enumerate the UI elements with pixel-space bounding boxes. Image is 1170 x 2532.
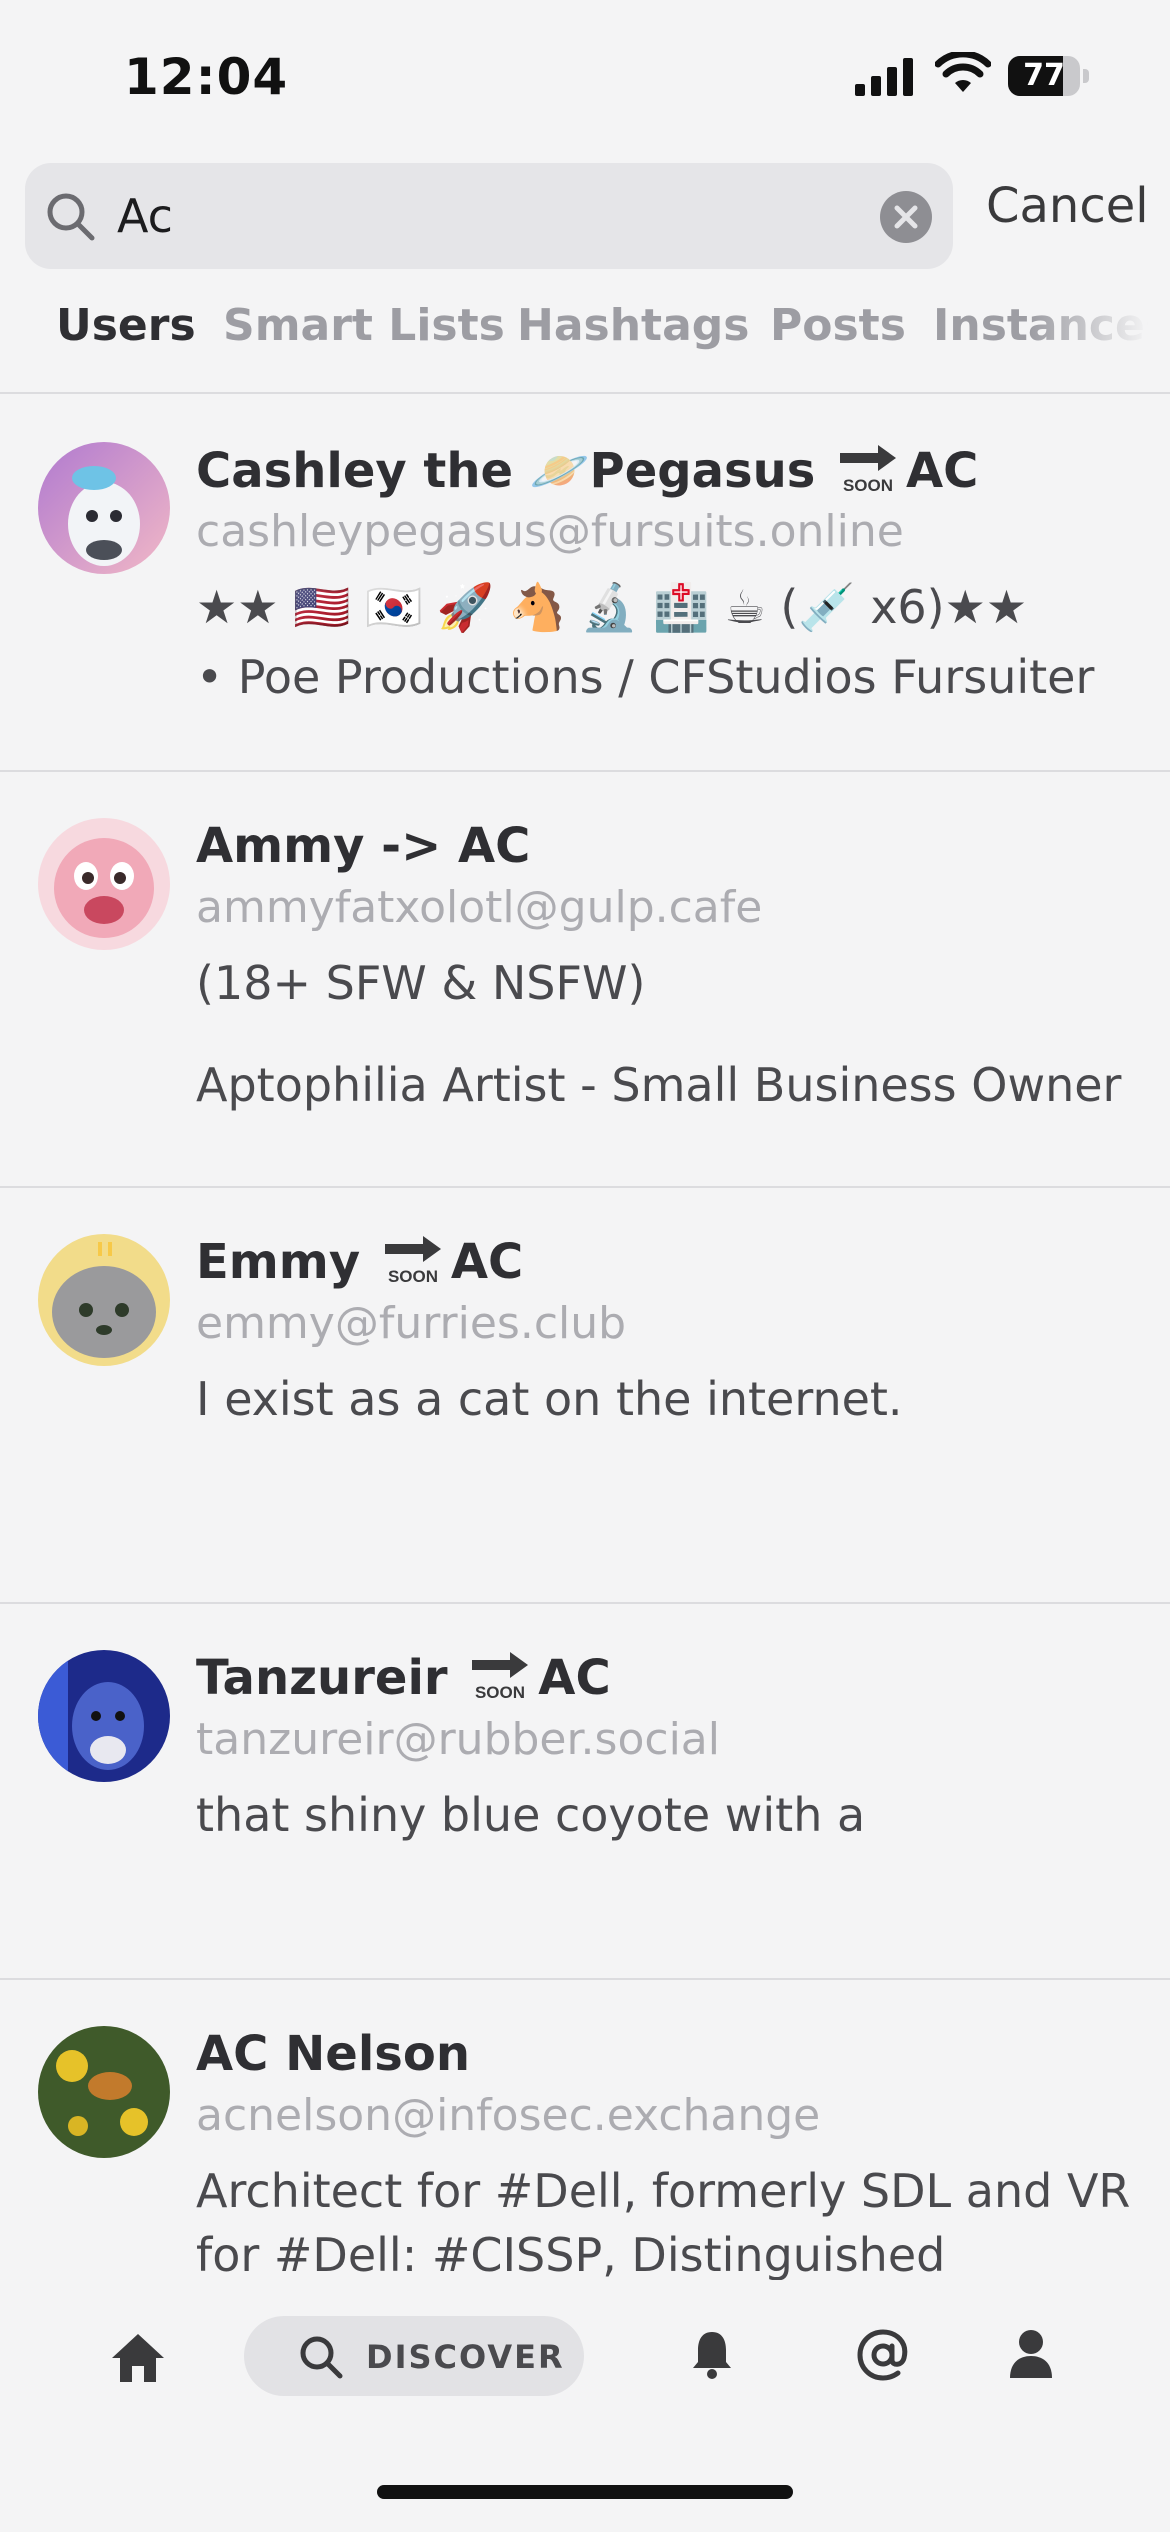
battery-indicator: 77: [1008, 56, 1089, 96]
user-handle: acnelson@infosec.exchange: [196, 2090, 821, 2141]
search-icon: [47, 193, 95, 241]
user-bio: ★★ 🇺🇸 🇰🇷 🚀 🐴 🔬 🏥 ☕ (💉 x6)★★ • Poe Produc…: [196, 580, 1094, 714]
home-indicator: [377, 2485, 793, 2499]
tab-fade: [1030, 300, 1170, 380]
tab-hashtags[interactable]: Hashtags: [517, 300, 749, 351]
wifi-icon: [935, 52, 991, 92]
bio-line: • Poe Productions / CFStudios Fursuiter: [196, 650, 1095, 704]
user-handle: ammyfatxolotl@gulp.cafe: [196, 882, 763, 933]
bio-line: for #Dell: #CISSP, Distinguished: [196, 2228, 946, 2280]
clear-icon: [894, 205, 918, 229]
profile-icon[interactable]: [1008, 2328, 1054, 2380]
user-result-row[interactable]: Tanzureir SOON AC tanzureir@rubber.social…: [0, 1604, 1170, 1980]
soon-arrow-icon: SOON: [840, 445, 897, 493]
user-handle: cashleypegasus@fursuits.online: [196, 506, 904, 557]
search-input[interactable]: [117, 163, 877, 269]
user-handle: tanzureir@rubber.social: [196, 1714, 720, 1765]
bio-line: Aptophilia Artist - Small Business Owner: [196, 1058, 1122, 1112]
home-icon[interactable]: [110, 2332, 166, 2384]
bio-line: (18+ SFW & NSFW): [196, 956, 646, 1010]
tab-smart-lists[interactable]: Smart Lists: [223, 300, 505, 351]
display-name: AC Nelson: [196, 2026, 470, 2082]
display-name: Cashley the 🪐Pegasus SOON AC: [196, 443, 979, 499]
bio-line: that shiny blue coyote with a: [196, 1788, 866, 1842]
user-result-row[interactable]: Emmy SOON AC emmy@furries.club I exist as…: [0, 1188, 1170, 1604]
avatar[interactable]: [38, 1234, 170, 1366]
user-result-row[interactable]: AC Nelson acnelson@infosec.exchange Arch…: [0, 1980, 1170, 2280]
user-bio: (18+ SFW & NSFW) Aptophilia Artist - Sma…: [196, 956, 1121, 1122]
bio-line: ★★ 🇺🇸 🇰🇷 🚀 🐴 🔬 🏥 ☕ (💉 x6)★★: [196, 580, 1028, 634]
discover-tab[interactable]: DISCOVER: [244, 2316, 584, 2396]
status-bar: 12:04 77: [0, 0, 1170, 150]
status-time: 12:04: [124, 48, 289, 106]
svg-text:SOON: SOON: [843, 476, 893, 493]
avatar[interactable]: [38, 818, 170, 950]
user-bio: Architect for #Dell, formerly SDL and VR…: [196, 2164, 1130, 2280]
display-name: Tanzureir SOON AC: [196, 1650, 611, 1706]
signal-icon: [855, 58, 913, 96]
bell-icon[interactable]: [690, 2328, 734, 2380]
tab-users[interactable]: Users: [56, 300, 196, 351]
search-scope-tabs: Users Smart Lists Hashtags Posts Instanc…: [0, 300, 1170, 380]
user-bio: I exist as a cat on the internet.: [196, 1372, 903, 1436]
svg-text:SOON: SOON: [475, 1683, 525, 1700]
svg-text:SOON: SOON: [388, 1267, 438, 1284]
user-result-row[interactable]: Ammy -> AC ammyfatxolotl@gulp.cafe (18+ …: [0, 772, 1170, 1188]
at-icon[interactable]: [856, 2328, 910, 2382]
battery-percent: 77: [1023, 58, 1065, 93]
cancel-button[interactable]: Cancel: [986, 178, 1149, 234]
tab-posts[interactable]: Posts: [770, 300, 906, 351]
bio-line: Architect for #Dell, formerly SDL and VR: [196, 2164, 1131, 2218]
discover-label: DISCOVER: [366, 2338, 565, 2376]
soon-arrow-icon: SOON: [472, 1652, 529, 1700]
bio-line: I exist as a cat on the internet.: [196, 1372, 903, 1426]
search-icon: [300, 2336, 343, 2379]
avatar[interactable]: [38, 1650, 170, 1782]
search-field[interactable]: [25, 163, 953, 269]
user-result-row[interactable]: Cashley the 🪐Pegasus SOON AC cashleypegas…: [0, 394, 1170, 772]
display-name: Ammy -> AC: [196, 818, 531, 874]
soon-arrow-icon: SOON: [384, 1236, 441, 1284]
user-bio: that shiny blue coyote with a: [196, 1788, 865, 1852]
user-handle: emmy@furries.club: [196, 1298, 627, 1349]
display-name: Emmy SOON AC: [196, 1234, 524, 1290]
avatar[interactable]: [38, 2026, 170, 2158]
avatar[interactable]: [38, 442, 170, 574]
clear-search-button[interactable]: [880, 191, 932, 243]
